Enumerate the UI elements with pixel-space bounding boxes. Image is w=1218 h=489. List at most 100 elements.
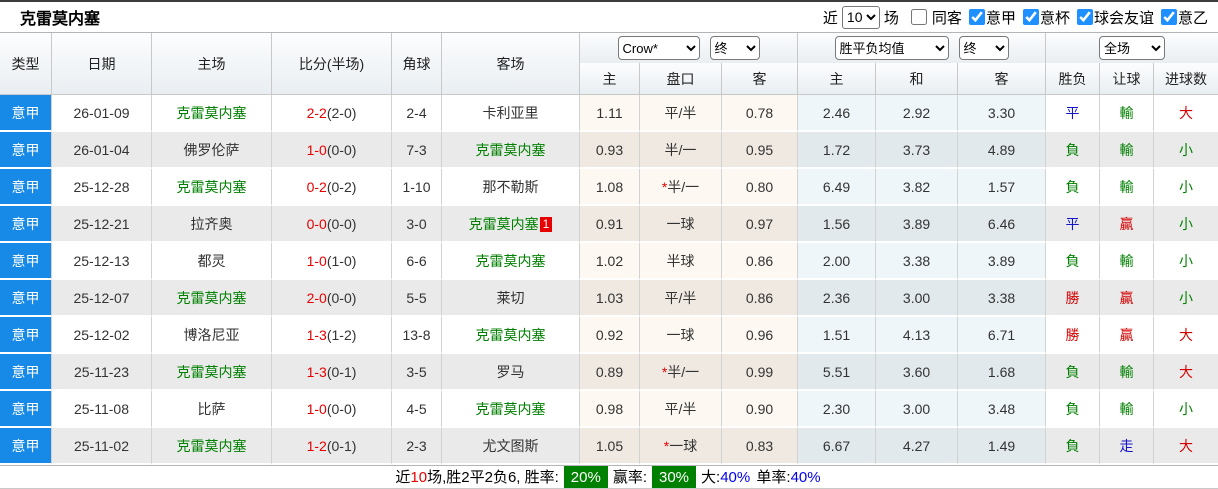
header-mean-draw: 和 [876, 63, 959, 95]
home-odds-cell: 1.05 [580, 428, 640, 465]
bookmaker-select[interactable]: Crow* [617, 36, 700, 60]
away-odds-cell: 0.80 [722, 169, 799, 206]
near-label: 近 [822, 9, 838, 27]
handicap-result-cell: 輸 [1100, 169, 1155, 206]
match-table-body: 意甲 26-01-09 克雷莫内塞 2-2(2-0) 2-4 卡利亚里 1.11 平/半 0.7… [0, 95, 1218, 465]
serie-a-label: 意甲 [985, 9, 1016, 27]
outcome-cell: 負 [1046, 391, 1101, 428]
date-cell: 25-12-02 [52, 317, 152, 354]
league-cell: 意甲 [0, 243, 52, 280]
away-odds-cell: 0.86 [722, 243, 799, 280]
recent-count-select[interactable]: 10 [841, 5, 880, 29]
away-team-cell: 那不勒斯 [442, 169, 580, 206]
mean-group-header: 胜平负均值 终 [798, 33, 1047, 63]
mean-away-cell: 3.38 [958, 280, 1047, 317]
result-scope-select[interactable]: 全场 [1099, 36, 1166, 60]
handicap-cell: 一球 [640, 317, 722, 354]
outcome-cell: 勝 [1046, 280, 1101, 317]
home-odds-cell: 1.08 [580, 169, 640, 206]
serie-b-checkbox[interactable] [1160, 9, 1177, 25]
league-cell: 意甲 [0, 95, 52, 132]
match-row: 意甲 25-12-02 博洛尼亚 1-3(1-2) 13-8 克雷莫内塞 0.92 一球 0.9… [0, 317, 1218, 354]
header-handicap: 盘口 [640, 63, 722, 95]
mean-draw-cell: 3.89 [876, 206, 959, 243]
same-away-checkbox[interactable] [910, 9, 927, 25]
league-cell: 意甲 [0, 206, 52, 243]
date-cell: 25-11-08 [52, 391, 152, 428]
coppa-label: 意杯 [1039, 9, 1070, 27]
corner-cell: 4-5 [392, 391, 442, 428]
home-odds-cell: 0.89 [580, 354, 640, 391]
mean-home-cell: 1.51 [798, 317, 877, 354]
match-table: 类型 日期 主场 比分(半场) 角球 客场 Crow* 终 胜平负均值 终 全场… [0, 33, 1218, 465]
goals-result-cell: 小 [1154, 132, 1218, 169]
score-cell: 1-2(0-1) [272, 428, 392, 465]
handicap-result-cell: 輸 [1100, 132, 1155, 169]
mean-home-cell: 6.67 [798, 428, 877, 465]
handicap-cell: 半/一 [640, 132, 722, 169]
mean-state-select[interactable]: 终 [958, 36, 1009, 60]
odds-state-select[interactable]: 终 [709, 36, 760, 60]
header-away: 客场 [442, 33, 580, 95]
away-team-cell: 克雷莫内塞 [442, 391, 580, 428]
mean-home-cell: 2.36 [798, 280, 877, 317]
outcome-cell: 負 [1046, 428, 1101, 465]
away-team-cell: 克雷莫内塞 [442, 317, 580, 354]
top-bar: 克雷莫内塞 近 10 场 同客 意甲 意杯 球会友谊 意乙 [0, 2, 1218, 33]
mean-home-cell: 1.72 [798, 132, 877, 169]
corner-cell: 3-5 [392, 354, 442, 391]
mean-draw-cell: 3.73 [876, 132, 959, 169]
league-filter-coppa: 意杯 [1022, 7, 1070, 28]
header-date: 日期 [52, 33, 152, 95]
match-row: 意甲 25-11-02 克雷莫内塞 1-2(0-1) 2-3 尤文图斯 1.05 *一球 0.8… [0, 428, 1218, 465]
league-cell: 意甲 [0, 169, 52, 206]
away-odds-cell: 0.83 [722, 428, 799, 465]
handicap-result-cell: 輸 [1100, 243, 1155, 280]
league-cell: 意甲 [0, 280, 52, 317]
mean-away-cell: 3.30 [958, 95, 1047, 132]
friendly-checkbox[interactable] [1076, 9, 1093, 25]
outcome-cell: 負 [1046, 354, 1101, 391]
mean-type-select[interactable]: 胜平负均值 [834, 36, 949, 60]
league-filter-friendly: 球会友谊 [1076, 7, 1154, 28]
mean-draw-cell: 4.13 [876, 317, 959, 354]
summary-part: 赢率: [612, 469, 647, 486]
coppa-checkbox[interactable] [1022, 9, 1039, 25]
corner-cell: 6-6 [392, 243, 442, 280]
date-cell: 25-12-28 [52, 169, 152, 206]
home-team-cell: 克雷莫内塞 [152, 354, 272, 391]
goals-result-cell: 小 [1154, 169, 1218, 206]
serie-a-checkbox[interactable] [968, 9, 985, 25]
away-odds-cell: 0.86 [722, 280, 799, 317]
header-mean-home: 主 [798, 63, 877, 95]
handicap-cell: 平/半 [640, 391, 722, 428]
mean-home-cell: 5.51 [798, 354, 877, 391]
corner-cell: 5-5 [392, 280, 442, 317]
mean-away-cell: 1.68 [958, 354, 1047, 391]
handicap-cell: *半/一 [640, 169, 722, 206]
mean-away-cell: 3.89 [958, 243, 1047, 280]
goals-result-cell: 小 [1154, 243, 1218, 280]
summary-part: 30% [652, 466, 697, 488]
mean-draw-cell: 3.38 [876, 243, 959, 280]
mean-home-cell: 1.56 [798, 206, 877, 243]
away-odds-cell: 0.90 [722, 391, 799, 428]
summary-bar: 近10场,胜2平2负6, 胜率: 20% 赢率: 30% 大:40% 单率:40% [0, 465, 1218, 488]
outcome-cell: 負 [1046, 243, 1101, 280]
mean-draw-cell: 3.00 [876, 391, 959, 428]
handicap-result-cell: 輸 [1100, 354, 1155, 391]
handicap-cell: *一球 [640, 428, 722, 465]
away-odds-cell: 0.96 [722, 317, 799, 354]
home-odds-cell: 0.93 [580, 132, 640, 169]
score-cell: 1-3(0-1) [272, 354, 392, 391]
league-cell: 意甲 [0, 391, 52, 428]
match-row: 意甲 26-01-09 克雷莫内塞 2-2(2-0) 2-4 卡利亚里 1.11 平/半 0.7… [0, 95, 1218, 132]
match-row: 意甲 26-01-04 佛罗伦萨 1-0(0-0) 7-3 克雷莫内塞 0.93 半/一 0.9… [0, 132, 1218, 169]
outcome-cell: 負 [1046, 169, 1101, 206]
away-team-cell: 罗马 [442, 354, 580, 391]
home-odds-cell: 1.02 [580, 243, 640, 280]
serie-b-label: 意乙 [1177, 9, 1208, 27]
mean-draw-cell: 4.27 [876, 428, 959, 465]
mean-home-cell: 6.49 [798, 169, 877, 206]
date-cell: 26-01-04 [52, 132, 152, 169]
